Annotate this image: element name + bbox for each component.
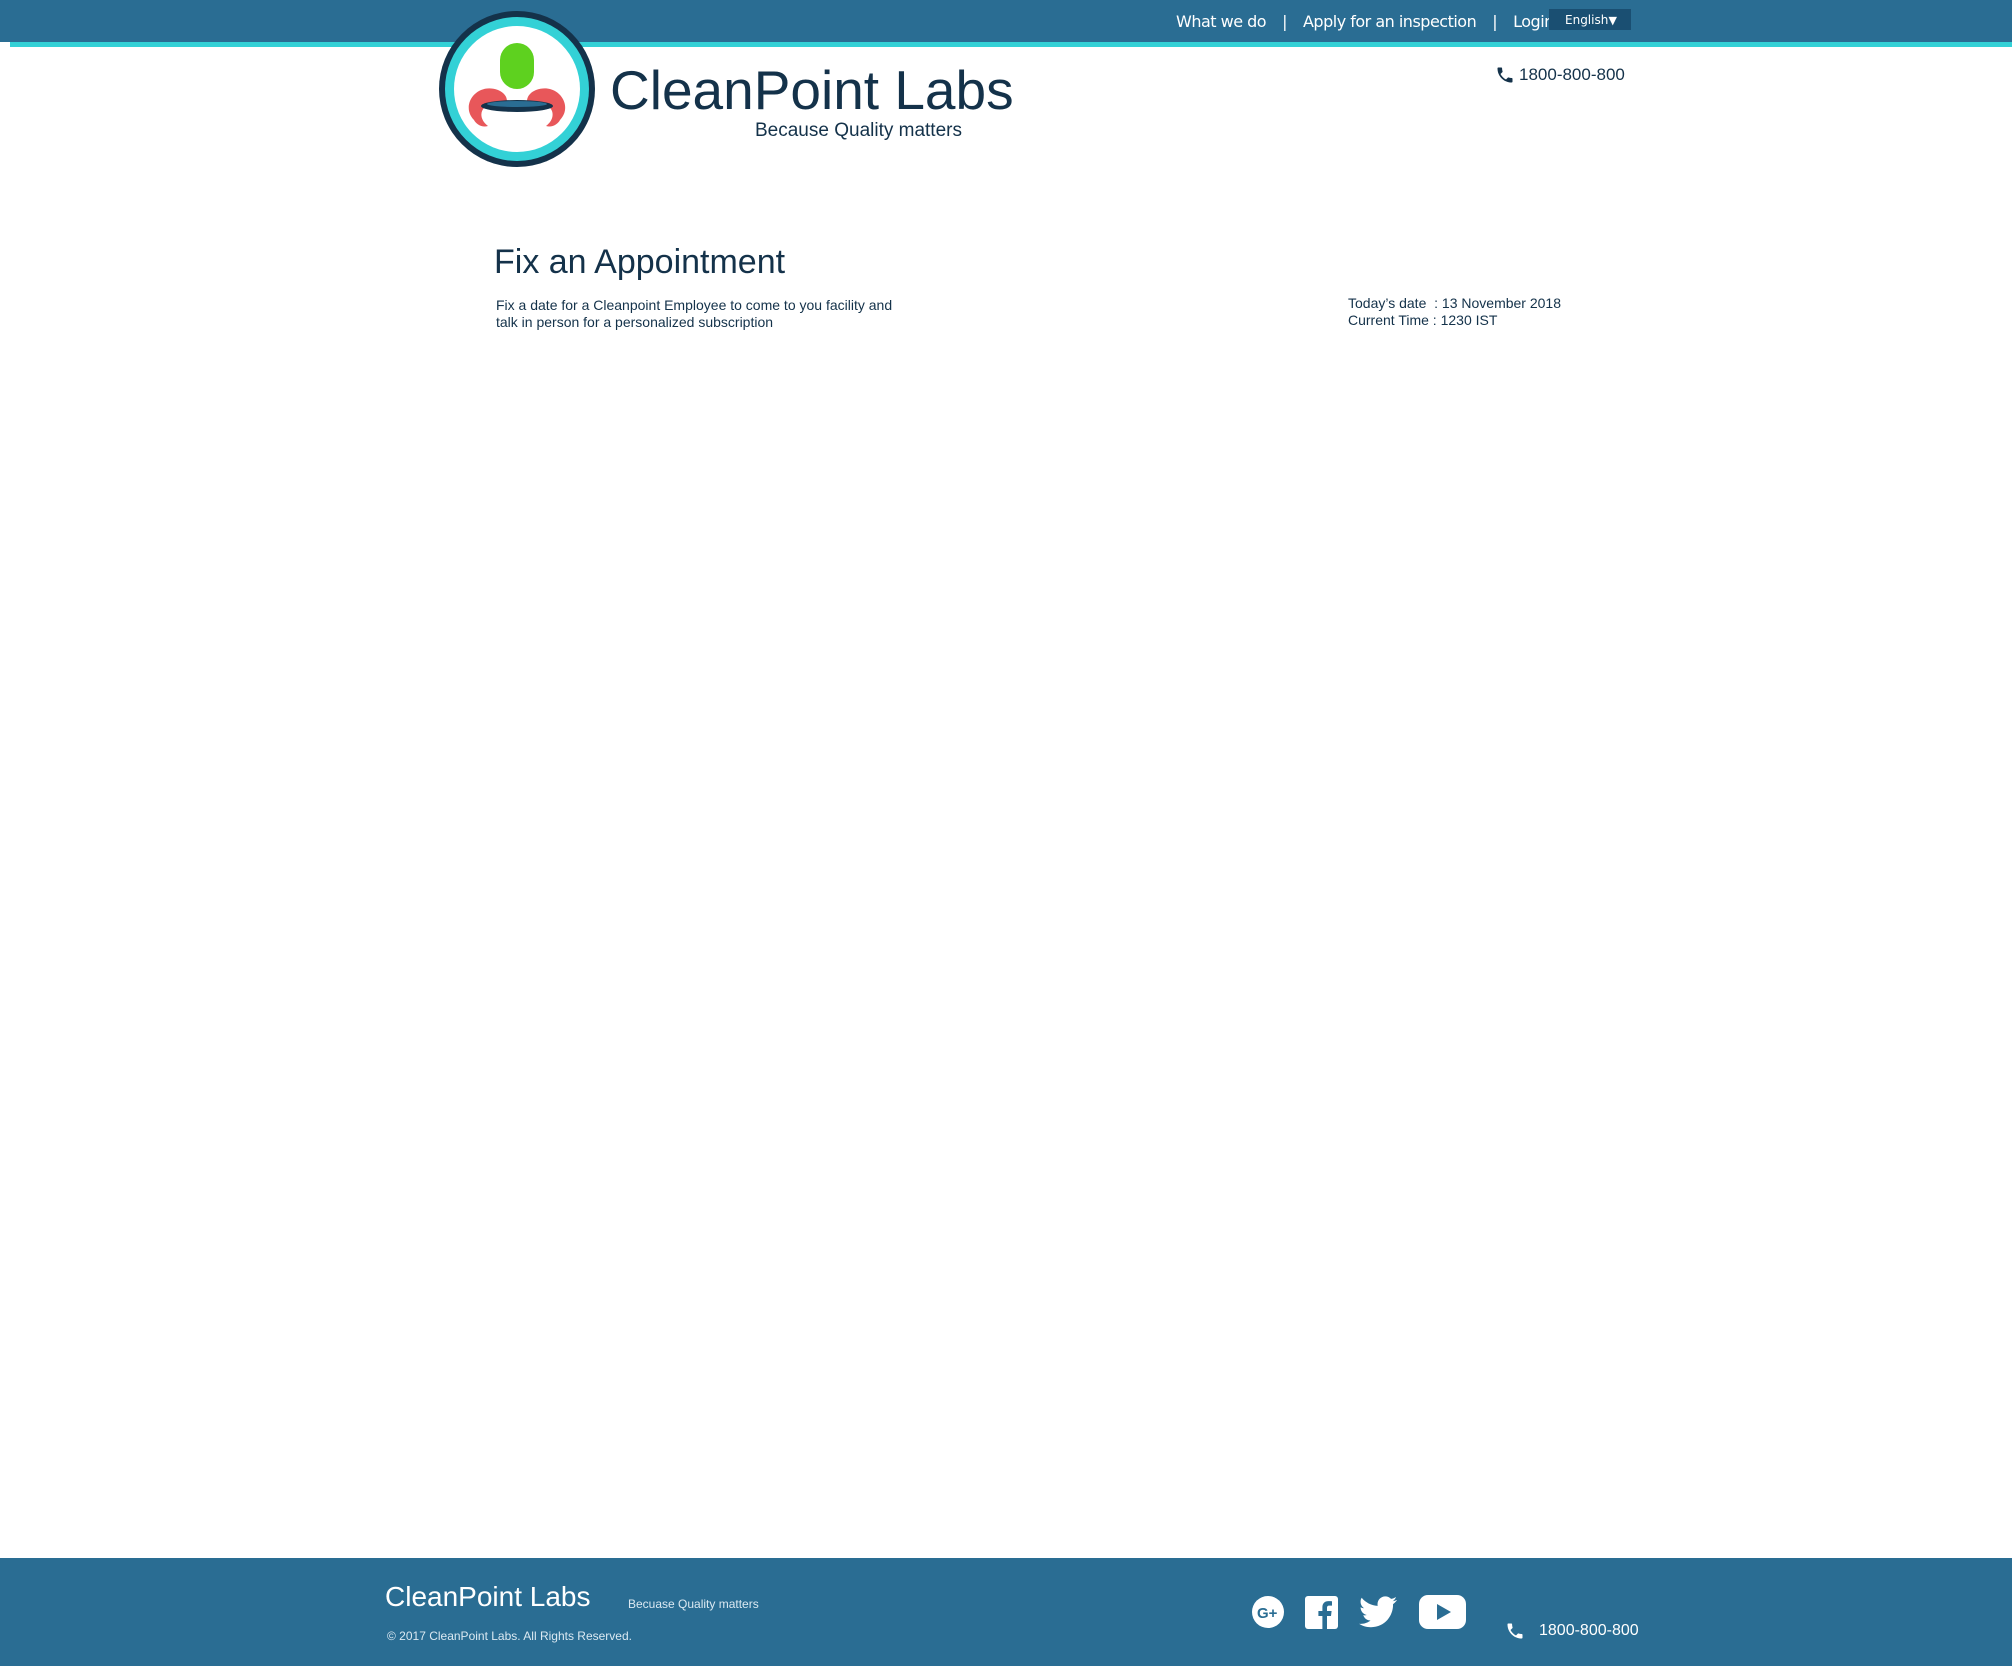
footer-phone[interactable]: 1800-800-800 (1505, 1621, 1639, 1641)
nav-what-we-do[interactable]: What we do (1176, 12, 1267, 31)
header-phone[interactable]: 1800-800-800 (1495, 65, 1625, 85)
nav-separator: | (1492, 11, 1498, 31)
language-select[interactable]: English ▼ (1549, 9, 1631, 30)
footer (0, 1558, 2012, 1666)
footer-tagline: Becuase Quality matters (628, 1597, 759, 1611)
nav-separator: | (1282, 11, 1287, 31)
date-label: Today’s date : (1348, 295, 1439, 311)
footer-copyright: © 2017 CleanPoint Labs. All Rights Reser… (387, 1629, 632, 1643)
google-plus-icon[interactable]: G+ (1250, 1594, 1286, 1630)
header-phone-number: 1800-800-800 (1519, 65, 1625, 84)
clean-lab-logo-icon (439, 11, 595, 167)
header-accent-line (10, 42, 2012, 47)
footer-phone-number: 1800-800-800 (1539, 1622, 1639, 1639)
brand-logo[interactable] (436, 8, 598, 170)
todays-date-row: Today’s date : 13 November 2018 (1348, 295, 1561, 312)
social-links: G+ (1250, 1592, 1466, 1632)
date-time-info: Today’s date : 13 November 2018 Current … (1348, 295, 1561, 329)
page-description: Fix a date for a Cleanpoint Employee to … (496, 297, 956, 331)
time-value: 1230 IST (1440, 312, 1498, 328)
nav-login[interactable]: Login (1513, 12, 1554, 31)
top-navigation-bar (0, 0, 2012, 42)
svg-text:G+: G+ (1257, 1605, 1278, 1622)
phone-icon (1507, 1623, 1523, 1639)
description-line: Fix a date for a Cleanpoint Employee to … (496, 297, 893, 313)
current-time-row: Current Time : 1230 IST (1348, 312, 1561, 329)
description-line: talk in person for a personalized subscr… (496, 314, 774, 330)
date-value: 13 November 2018 (1441, 295, 1561, 311)
brand-tagline: Because Quality matters (755, 120, 962, 141)
nav-apply-inspection[interactable]: Apply for an inspection (1303, 12, 1477, 31)
main-nav: What we do | Apply for an inspection | L… (1176, 9, 1554, 33)
page-title: Fix an Appointment (494, 243, 786, 281)
twitter-icon[interactable] (1358, 1595, 1398, 1629)
youtube-icon[interactable] (1418, 1594, 1466, 1630)
facebook-icon[interactable] (1304, 1595, 1338, 1629)
brand-name: CleanPoint Labs (610, 59, 1014, 121)
time-label: Current Time : (1348, 312, 1437, 328)
footer-brand-name: CleanPoint Labs (385, 1581, 591, 1612)
language-label: English (1565, 12, 1609, 27)
phone-icon (1497, 67, 1513, 83)
chevron-down-icon: ▼ (1608, 14, 1617, 27)
